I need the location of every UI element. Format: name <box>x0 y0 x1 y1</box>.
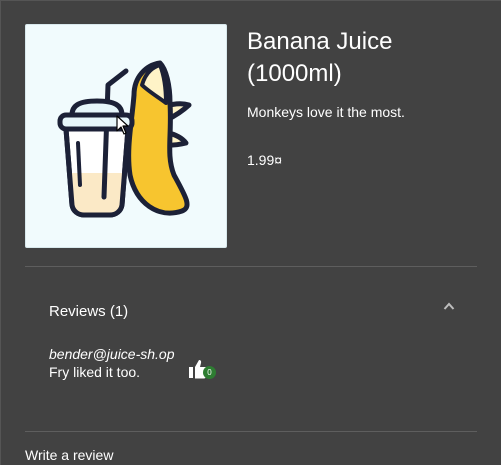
like-review-button[interactable]: 0 <box>187 357 219 381</box>
divider <box>25 266 477 267</box>
review-item: bender@juice-sh.op Fry liked it too. <box>49 345 249 381</box>
review-author: bender@juice-sh.op <box>49 346 175 362</box>
like-count-badge: 0 <box>203 366 216 379</box>
reviews-title: Reviews (1) <box>49 303 129 320</box>
review-text: Fry liked it too. <box>49 364 141 380</box>
chevron-up-icon[interactable] <box>443 301 455 311</box>
product-description: Monkeys love it the most. <box>247 104 405 120</box>
product-details-dialog: Banana Juice (1000ml) Monkeys love it th… <box>0 0 501 465</box>
mouse-pointer-icon <box>116 115 129 135</box>
product-price: 1.99¤ <box>247 152 283 168</box>
divider <box>25 431 477 432</box>
banana-juice-illustration <box>57 60 192 218</box>
write-review-label: Write a review <box>25 447 114 463</box>
reviews-expansion-header[interactable]: Reviews (1) <box>25 283 477 335</box>
product-name: Banana Juice (1000ml) <box>247 28 393 87</box>
product-image <box>25 24 227 248</box>
